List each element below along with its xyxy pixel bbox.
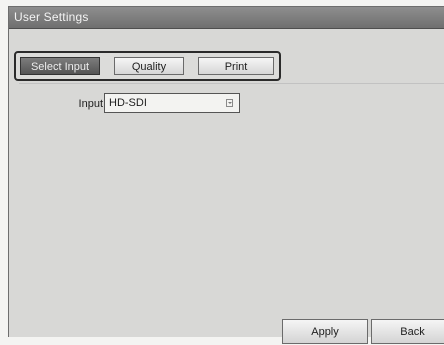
input-select[interactable]: HD-SDI [104,93,240,113]
tab-print[interactable]: Print [198,57,274,75]
apply-button[interactable]: Apply [282,319,368,344]
user-settings-window: User Settings Select Input Quality Print… [8,6,444,344]
settings-panel [19,83,444,308]
title-bar: User Settings [9,7,444,29]
tab-select-input[interactable]: Select Input [20,57,100,75]
input-select-value: HD-SDI [109,97,147,109]
tab-quality[interactable]: Quality [114,57,184,75]
back-button[interactable]: Back [371,319,444,344]
dropdown-arrow-icon[interactable] [226,99,233,107]
window-title: User Settings [14,10,89,24]
input-label: Input [78,98,103,110]
tab-strip: Select Input Quality Print [14,51,281,81]
